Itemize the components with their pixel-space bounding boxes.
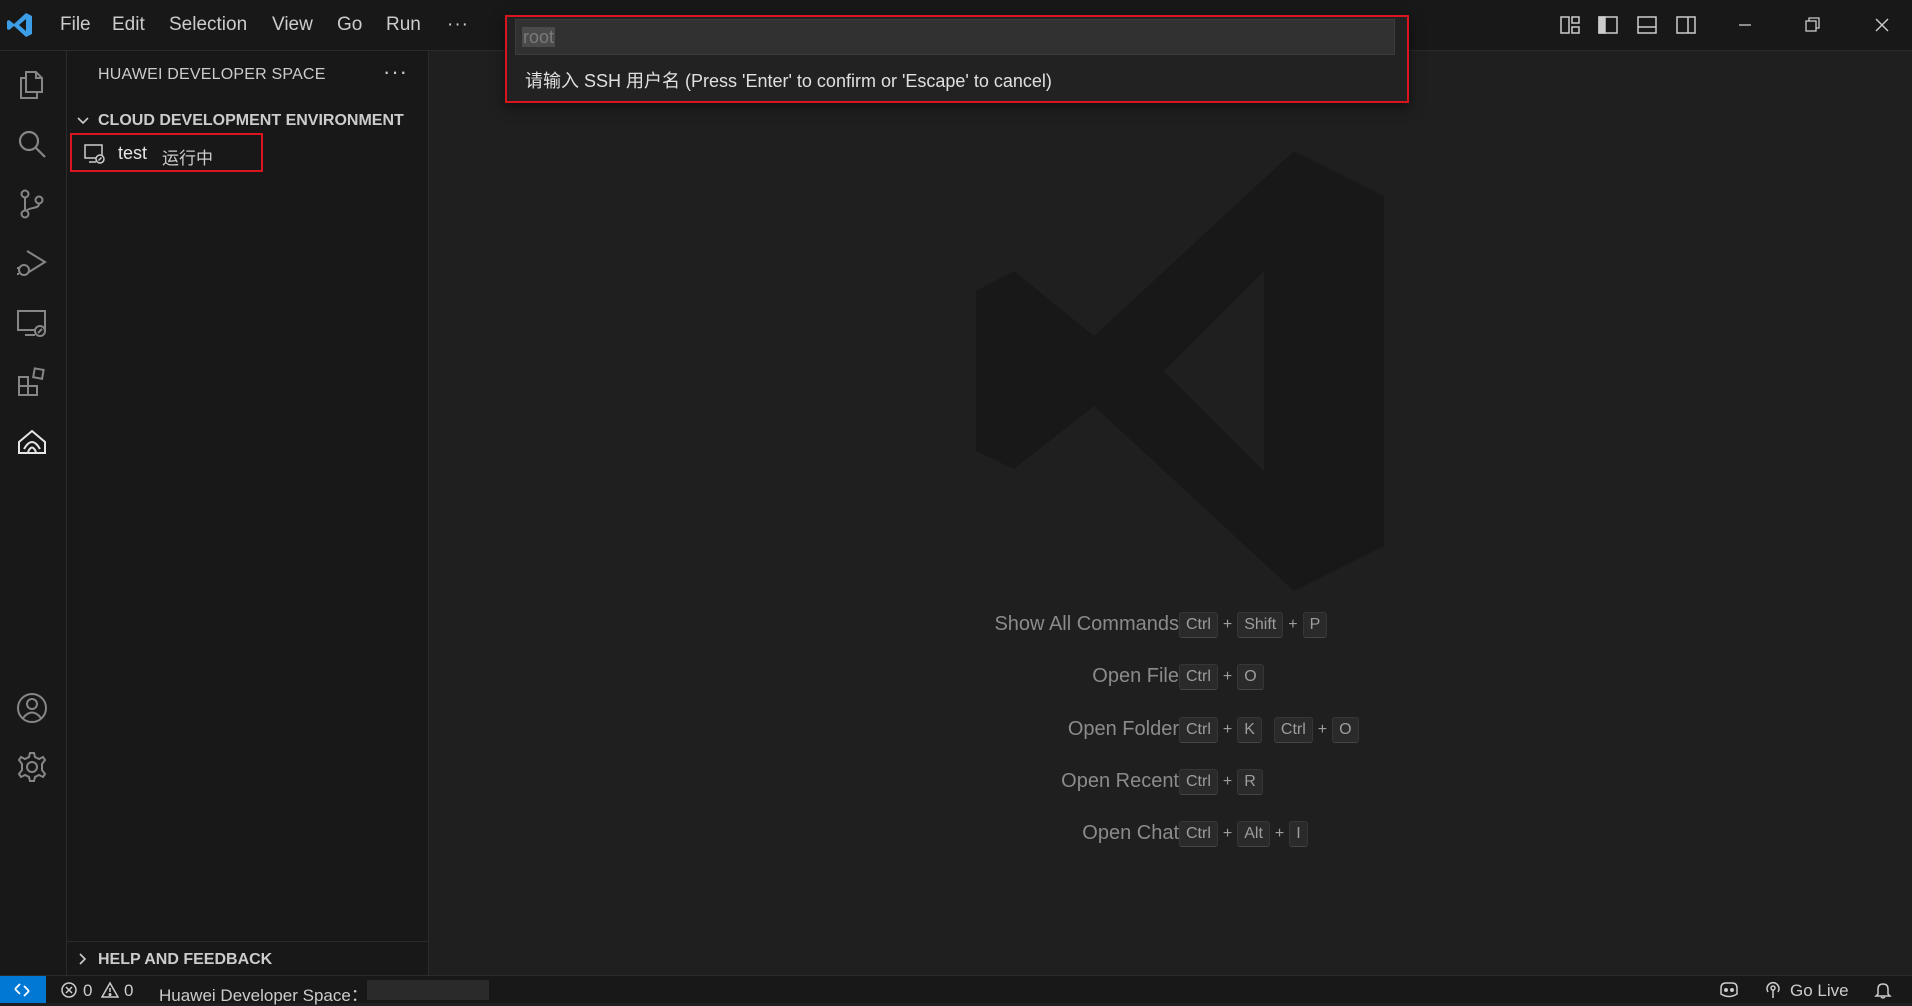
- section-title: CLOUD DEVELOPMENT ENVIRONMENT: [98, 112, 404, 129]
- shortcut-row: Open File Ctrl + O: [429, 662, 1912, 692]
- extensions-icon[interactable]: [15, 365, 49, 399]
- error-icon[interactable]: [60, 981, 78, 999]
- keycap: Ctrl: [1179, 821, 1218, 847]
- redacted-account-block: [367, 980, 489, 1000]
- settings-gear-icon[interactable]: [15, 750, 49, 784]
- keycap: Alt: [1237, 821, 1270, 847]
- broadcast-icon[interactable]: [1764, 981, 1782, 999]
- editor-area: Show All Commands Ctrl + Shift + P Open Fi…: [429, 51, 1912, 975]
- chevron-down-icon: [75, 113, 91, 129]
- toggle-panel-icon[interactable]: [1635, 13, 1659, 37]
- huawei-developer-space-icon[interactable]: [15, 425, 49, 459]
- shortcut-label: Open Recent: [1061, 770, 1179, 792]
- keycap: Ctrl: [1273, 717, 1313, 743]
- chevron-right-icon: [75, 951, 91, 967]
- side-bar: HUAWEI DEVELOPER SPACE ··· CLOUD DEVELOP…: [67, 51, 429, 975]
- keycap: O: [1332, 717, 1359, 743]
- minimize-icon[interactable]: [1733, 13, 1757, 37]
- sidebar-more-actions-button[interactable]: ···: [383, 59, 408, 85]
- shortcut-row: Open Folder Ctrl + K Ctrl + O: [429, 715, 1912, 745]
- remote-icon: [12, 980, 32, 1000]
- keycap: I: [1289, 821, 1308, 847]
- menu-go[interactable]: Go: [337, 12, 362, 38]
- menu-file[interactable]: File: [60, 12, 91, 38]
- shortcut-label: Open Chat: [1082, 822, 1179, 844]
- shortcut-keys: Ctrl + K Ctrl + O: [1179, 715, 1359, 745]
- section-header-help-and-feedback[interactable]: HELP AND FEEDBACK: [67, 941, 428, 976]
- menu-edit[interactable]: Edit: [112, 12, 145, 38]
- environment-name: test: [118, 143, 148, 163]
- remote-indicator-button[interactable]: [0, 976, 46, 1003]
- section-header-cloud-development-environment[interactable]: CLOUD DEVELOPMENT ENVIRONMENT: [67, 109, 428, 133]
- remote-explorer-icon[interactable]: [15, 306, 49, 340]
- restore-icon[interactable]: [1800, 13, 1824, 37]
- keycap: Ctrl: [1179, 612, 1218, 638]
- vscode-watermark-icon: [964, 151, 1424, 591]
- source-control-icon[interactable]: [15, 187, 49, 221]
- shortcut-label: Open File: [1092, 665, 1179, 687]
- shortcut-row: Show All Commands Ctrl + Shift + P: [429, 610, 1912, 640]
- environment-status: 运行中: [162, 149, 213, 168]
- shortcut-keys: Ctrl + R: [1179, 767, 1263, 797]
- keycap: K: [1237, 717, 1262, 743]
- search-icon[interactable]: [15, 127, 49, 161]
- keycap: P: [1302, 612, 1328, 638]
- ssh-username-value[interactable]: root: [522, 27, 556, 47]
- close-icon[interactable]: [1870, 13, 1894, 37]
- activity-bar: [0, 51, 67, 975]
- status-bar: 0 0 Huawei Developer Space： Go Live: [0, 975, 1912, 1006]
- menu-more-button[interactable]: ···: [447, 12, 469, 38]
- toggle-primary-sidebar-icon[interactable]: [1596, 13, 1620, 37]
- section-title: HELP AND FEEDBACK: [98, 951, 273, 968]
- sidebar-title: HUAWEI DEVELOPER SPACE: [98, 66, 326, 83]
- keycap: R: [1237, 769, 1263, 795]
- huawei-space-status[interactable]: Huawei Developer Space：: [159, 981, 368, 1006]
- warning-count[interactable]: 0: [124, 981, 133, 1001]
- keycap: Shift: [1237, 612, 1284, 638]
- keycap: O: [1237, 664, 1264, 690]
- shortcut-keys: Ctrl + Shift + P: [1179, 610, 1328, 640]
- menu-selection[interactable]: Selection: [169, 12, 247, 38]
- shortcut-row: Open Recent Ctrl + R: [429, 767, 1912, 797]
- accounts-icon[interactable]: [15, 691, 49, 725]
- warning-icon[interactable]: [101, 981, 119, 999]
- ssh-username-input[interactable]: root: [515, 19, 1395, 55]
- toggle-secondary-sidebar-icon[interactable]: [1674, 13, 1698, 37]
- shortcut-keys: Ctrl + Alt + I: [1179, 819, 1308, 849]
- shortcut-row: Open Chat Ctrl + Alt + I: [429, 819, 1912, 849]
- remote-environment-icon: [84, 143, 106, 165]
- menu-view[interactable]: View: [272, 12, 313, 38]
- menu-run[interactable]: Run: [386, 12, 421, 38]
- error-count[interactable]: 0: [83, 981, 92, 1001]
- vscode-logo-icon: [6, 11, 34, 39]
- go-live-button[interactable]: Go Live: [1790, 981, 1849, 1001]
- environment-item-test[interactable]: test 运行中: [70, 133, 263, 172]
- keycap: Ctrl: [1179, 664, 1218, 690]
- notifications-bell-icon[interactable]: [1874, 981, 1892, 999]
- keycap: Ctrl: [1179, 769, 1218, 795]
- customize-layout-icon[interactable]: [1558, 13, 1582, 37]
- run-debug-icon[interactable]: [15, 246, 49, 280]
- copilot-icon[interactable]: [1718, 981, 1740, 999]
- quick-input-widget: root 请输入 SSH 用户名 (Press 'Enter' to confi…: [505, 15, 1409, 103]
- shortcut-label: Show All Commands: [994, 613, 1179, 635]
- shortcut-label: Open Folder: [1067, 718, 1179, 740]
- explorer-icon[interactable]: [15, 68, 49, 102]
- ssh-username-prompt: 请输入 SSH 用户名 (Press 'Enter' to confirm or…: [525, 71, 1052, 91]
- shortcut-keys: Ctrl + O: [1179, 662, 1264, 692]
- keycap: Ctrl: [1179, 717, 1218, 743]
